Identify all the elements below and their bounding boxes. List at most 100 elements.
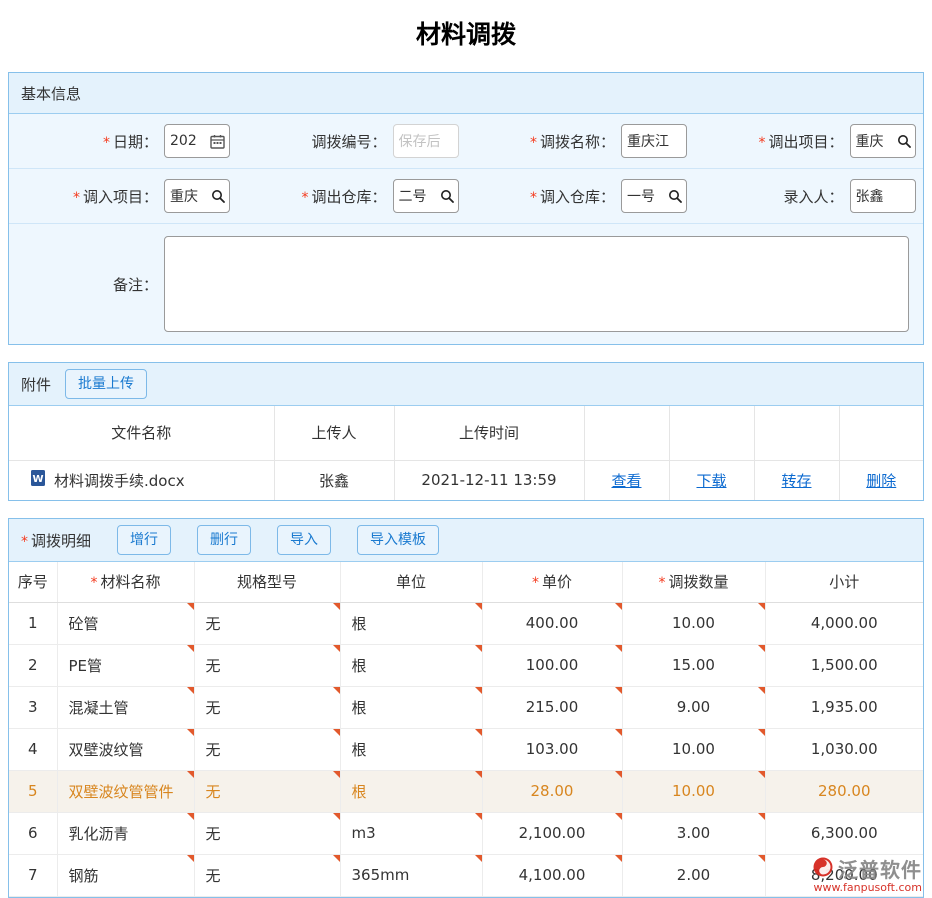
in-warehouse-input[interactable] xyxy=(626,188,668,204)
field-in-project: *调入项目： xyxy=(9,179,238,213)
save-as-link[interactable]: 转存 xyxy=(781,472,811,490)
cell-spec[interactable]: 无 xyxy=(194,728,340,770)
cell-price[interactable]: 103.00 xyxy=(482,728,622,770)
in-warehouse-input-group xyxy=(621,179,687,213)
cell-qty[interactable]: 3.00 xyxy=(622,812,765,854)
cell-material-name[interactable]: 钢筋 xyxy=(57,854,194,896)
batch-upload-button[interactable]: 批量上传 xyxy=(65,369,147,399)
required-marker: * xyxy=(532,575,539,591)
cell-qty[interactable]: 10.00 xyxy=(622,602,765,644)
out-project-input[interactable] xyxy=(855,133,897,149)
basic-info-row-1: * 日期： 调拨编号： *调拨名称： *调出项目： xyxy=(9,114,923,169)
out-project-label-text: 调出项目： xyxy=(768,133,843,151)
transfer-name-label: *调拨名称： xyxy=(466,131,615,152)
cell-qty[interactable]: 2.00 xyxy=(622,854,765,896)
cell-price[interactable]: 2,100.00 xyxy=(482,812,622,854)
cell-qty[interactable]: 10.00 xyxy=(622,770,765,812)
cell-price[interactable]: 4,100.00 xyxy=(482,854,622,896)
in-project-input[interactable] xyxy=(169,188,211,204)
cell-price[interactable]: 400.00 xyxy=(482,602,622,644)
cell-spec[interactable]: 无 xyxy=(194,812,340,854)
import-button[interactable]: 导入 xyxy=(277,525,331,555)
detail-row-2: 2 PE管 无 根 100.00 15.00 1,500.00 xyxy=(9,644,923,686)
detail-title: *调拨明细 xyxy=(21,530,91,551)
cell-price[interactable]: 28.00 xyxy=(482,770,622,812)
col-header-subtotal: 小计 xyxy=(765,562,923,602)
attachment-uploader: 张鑫 xyxy=(274,460,394,500)
cell-price[interactable]: 100.00 xyxy=(482,644,622,686)
fanpu-logo-icon xyxy=(812,856,834,882)
delete-link[interactable]: 删除 xyxy=(866,472,896,490)
add-row-button[interactable]: 增行 xyxy=(117,525,171,555)
recorder-input[interactable] xyxy=(855,188,911,204)
cell-spec[interactable]: 无 xyxy=(194,770,340,812)
out-warehouse-label: *调出仓库： xyxy=(238,186,387,207)
cell-material-name[interactable]: 混凝土管 xyxy=(57,686,194,728)
delete-row-button[interactable]: 删行 xyxy=(197,525,251,555)
transfer-no-label-text: 调拨编号： xyxy=(311,133,386,151)
cell-spec[interactable]: 无 xyxy=(194,602,340,644)
date-input[interactable] xyxy=(169,133,210,149)
watermark-brand: 泛普软件 xyxy=(838,854,922,883)
detail-row-1: 1 砼管 无 根 400.00 10.00 4,000.00 xyxy=(9,602,923,644)
cell-unit[interactable]: 根 xyxy=(340,602,482,644)
word-file-icon: W xyxy=(29,473,47,491)
search-icon[interactable] xyxy=(897,134,911,148)
attachment-file-cell: W材料调拨手续.docx xyxy=(9,460,274,500)
remark-textarea[interactable] xyxy=(164,236,909,332)
cell-material-name[interactable]: 双壁波纹管 xyxy=(57,728,194,770)
col-header-spec: 规格型号 xyxy=(194,562,340,602)
cell-subtotal: 1,030.00 xyxy=(765,728,923,770)
cell-unit[interactable]: 根 xyxy=(340,644,482,686)
cell-no: 5 xyxy=(9,770,57,812)
search-icon[interactable] xyxy=(440,189,454,203)
col-header-file-name: 文件名称 xyxy=(9,406,274,460)
search-icon[interactable] xyxy=(668,189,682,203)
date-label-text: 日期： xyxy=(113,133,158,151)
in-warehouse-label: *调入仓库： xyxy=(466,186,615,207)
in-warehouse-label-text: 调入仓库： xyxy=(540,188,615,206)
search-icon[interactable] xyxy=(211,189,225,203)
cell-spec[interactable]: 无 xyxy=(194,644,340,686)
cell-material-name[interactable]: 乳化沥青 xyxy=(57,812,194,854)
cell-qty[interactable]: 10.00 xyxy=(622,728,765,770)
cell-no: 7 xyxy=(9,854,57,896)
transfer-name-input[interactable] xyxy=(626,133,682,149)
cell-subtotal: 4,000.00 xyxy=(765,602,923,644)
date-input-group xyxy=(164,124,230,158)
import-template-button[interactable]: 导入模板 xyxy=(357,525,439,555)
in-project-label-text: 调入项目： xyxy=(83,188,158,206)
cell-no: 4 xyxy=(9,728,57,770)
cell-unit[interactable]: 根 xyxy=(340,770,482,812)
basic-info-row-2: *调入项目： *调出仓库： *调入仓库： 录入人： xyxy=(9,169,923,224)
field-in-warehouse: *调入仓库： xyxy=(466,179,695,213)
cell-no: 2 xyxy=(9,644,57,686)
col-header-uploader: 上传人 xyxy=(274,406,394,460)
download-link[interactable]: 下载 xyxy=(696,472,726,490)
cell-spec[interactable]: 无 xyxy=(194,854,340,896)
out-project-label: *调出项目： xyxy=(695,131,844,152)
cell-qty[interactable]: 15.00 xyxy=(622,644,765,686)
calendar-icon[interactable] xyxy=(210,134,225,149)
cell-unit[interactable]: 365mm xyxy=(340,854,482,896)
cell-material-name[interactable]: 双壁波纹管管件 xyxy=(57,770,194,812)
detail-row-5-selected: 5 双壁波纹管管件 无 根 28.00 10.00 280.00 xyxy=(9,770,923,812)
col-header-action-4 xyxy=(839,406,923,460)
cell-material-name[interactable]: PE管 xyxy=(57,644,194,686)
cell-price[interactable]: 215.00 xyxy=(482,686,622,728)
detail-row-3: 3 混凝土管 无 根 215.00 9.00 1,935.00 xyxy=(9,686,923,728)
required-marker: * xyxy=(758,135,765,151)
cell-spec[interactable]: 无 xyxy=(194,686,340,728)
detail-panel: *调拨明细 增行 删行 导入 导入模板 序号 *材料名称 规格型号 单位 *单价… xyxy=(8,518,924,898)
out-warehouse-input[interactable] xyxy=(398,188,440,204)
cell-unit[interactable]: 根 xyxy=(340,686,482,728)
detail-row-6: 6 乳化沥青 无 m3 2,100.00 3.00 6,300.00 xyxy=(9,812,923,854)
field-transfer-name: *调拨名称： xyxy=(466,124,695,158)
col-header-action-1 xyxy=(584,406,669,460)
cell-material-name[interactable]: 砼管 xyxy=(57,602,194,644)
cell-qty[interactable]: 9.00 xyxy=(622,686,765,728)
view-link[interactable]: 查看 xyxy=(611,472,641,490)
cell-unit[interactable]: m3 xyxy=(340,812,482,854)
cell-unit[interactable]: 根 xyxy=(340,728,482,770)
page-title: 材料调拨 xyxy=(0,0,932,72)
